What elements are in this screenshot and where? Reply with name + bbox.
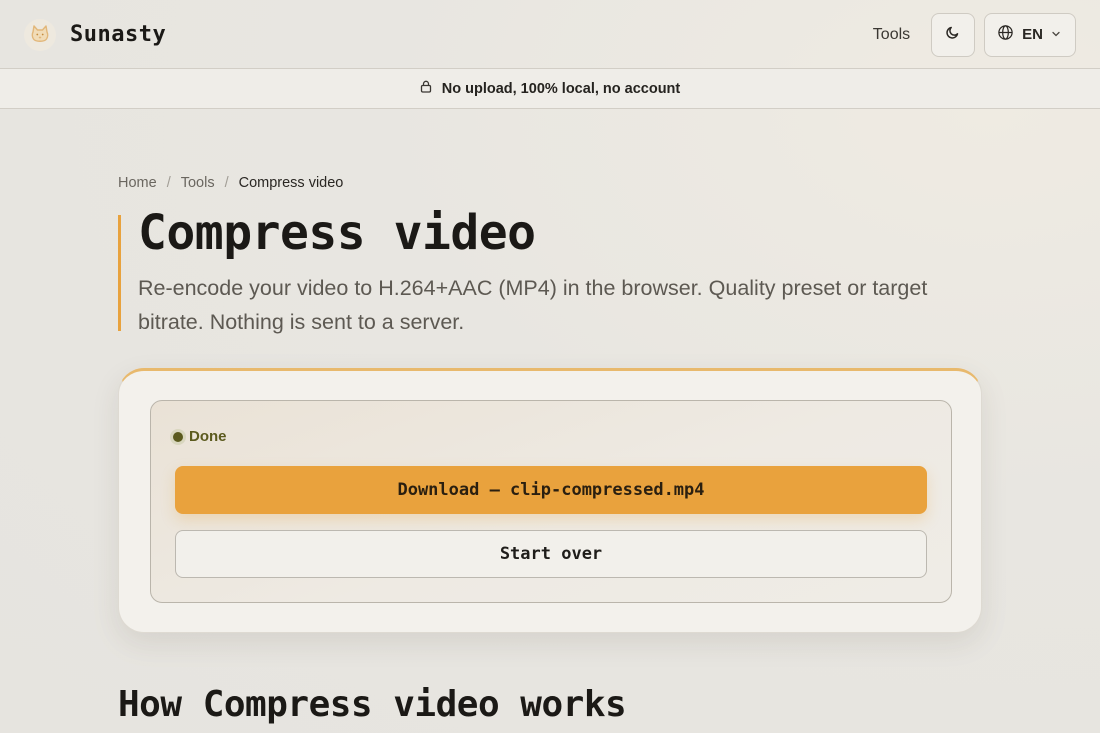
- breadcrumb-separator: /: [224, 175, 229, 191]
- header-actions: Tools EN: [873, 12, 1076, 57]
- status-indicator: Done: [173, 428, 227, 445]
- tool-card: Done Download — clip-compressed.mp4 Star…: [118, 368, 982, 633]
- moon-icon: [945, 24, 961, 45]
- page-header: Compress video Re-encode your video to H…: [118, 205, 978, 334]
- how-it-works-heading: How Compress video works: [118, 684, 627, 725]
- download-button[interactable]: Download — clip-compressed.mp4: [175, 466, 927, 514]
- language-selector[interactable]: EN: [984, 12, 1076, 57]
- nav-tools-link[interactable]: Tools: [873, 26, 910, 44]
- status-text: Done: [189, 428, 227, 445]
- chevron-down-icon: [1051, 26, 1061, 44]
- status-dot: [173, 431, 183, 442]
- theme-toggle-button[interactable]: [931, 12, 976, 57]
- breadcrumb-home[interactable]: Home: [118, 175, 157, 191]
- site-header: Sunasty Tools EN: [0, 0, 1100, 69]
- start-over-button[interactable]: Start over: [175, 530, 927, 578]
- globe-icon: [997, 24, 1014, 46]
- cat-icon: [24, 18, 56, 51]
- breadcrumb-tools[interactable]: Tools: [181, 175, 215, 191]
- brand-logo[interactable]: Sunasty: [24, 18, 167, 51]
- language-label: EN: [1022, 26, 1043, 43]
- privacy-banner: No upload, 100% local, no account: [0, 68, 1100, 109]
- result-panel: Done Download — clip-compressed.mp4 Star…: [150, 400, 952, 603]
- breadcrumb-separator: /: [166, 175, 171, 191]
- lock-icon: [420, 80, 432, 98]
- page: Sunasty Tools EN No upload, 100% local, …: [0, 0, 1100, 733]
- breadcrumb: Home / Tools / Compress video: [118, 175, 343, 191]
- privacy-text: No upload, 100% local, no account: [441, 80, 681, 97]
- page-description: Re-encode your video to H.264+AAC (MP4) …: [138, 276, 928, 334]
- page-title: Compress video: [138, 205, 536, 261]
- breadcrumb-current: Compress video: [238, 175, 344, 191]
- brand-name: Sunasty: [70, 22, 167, 47]
